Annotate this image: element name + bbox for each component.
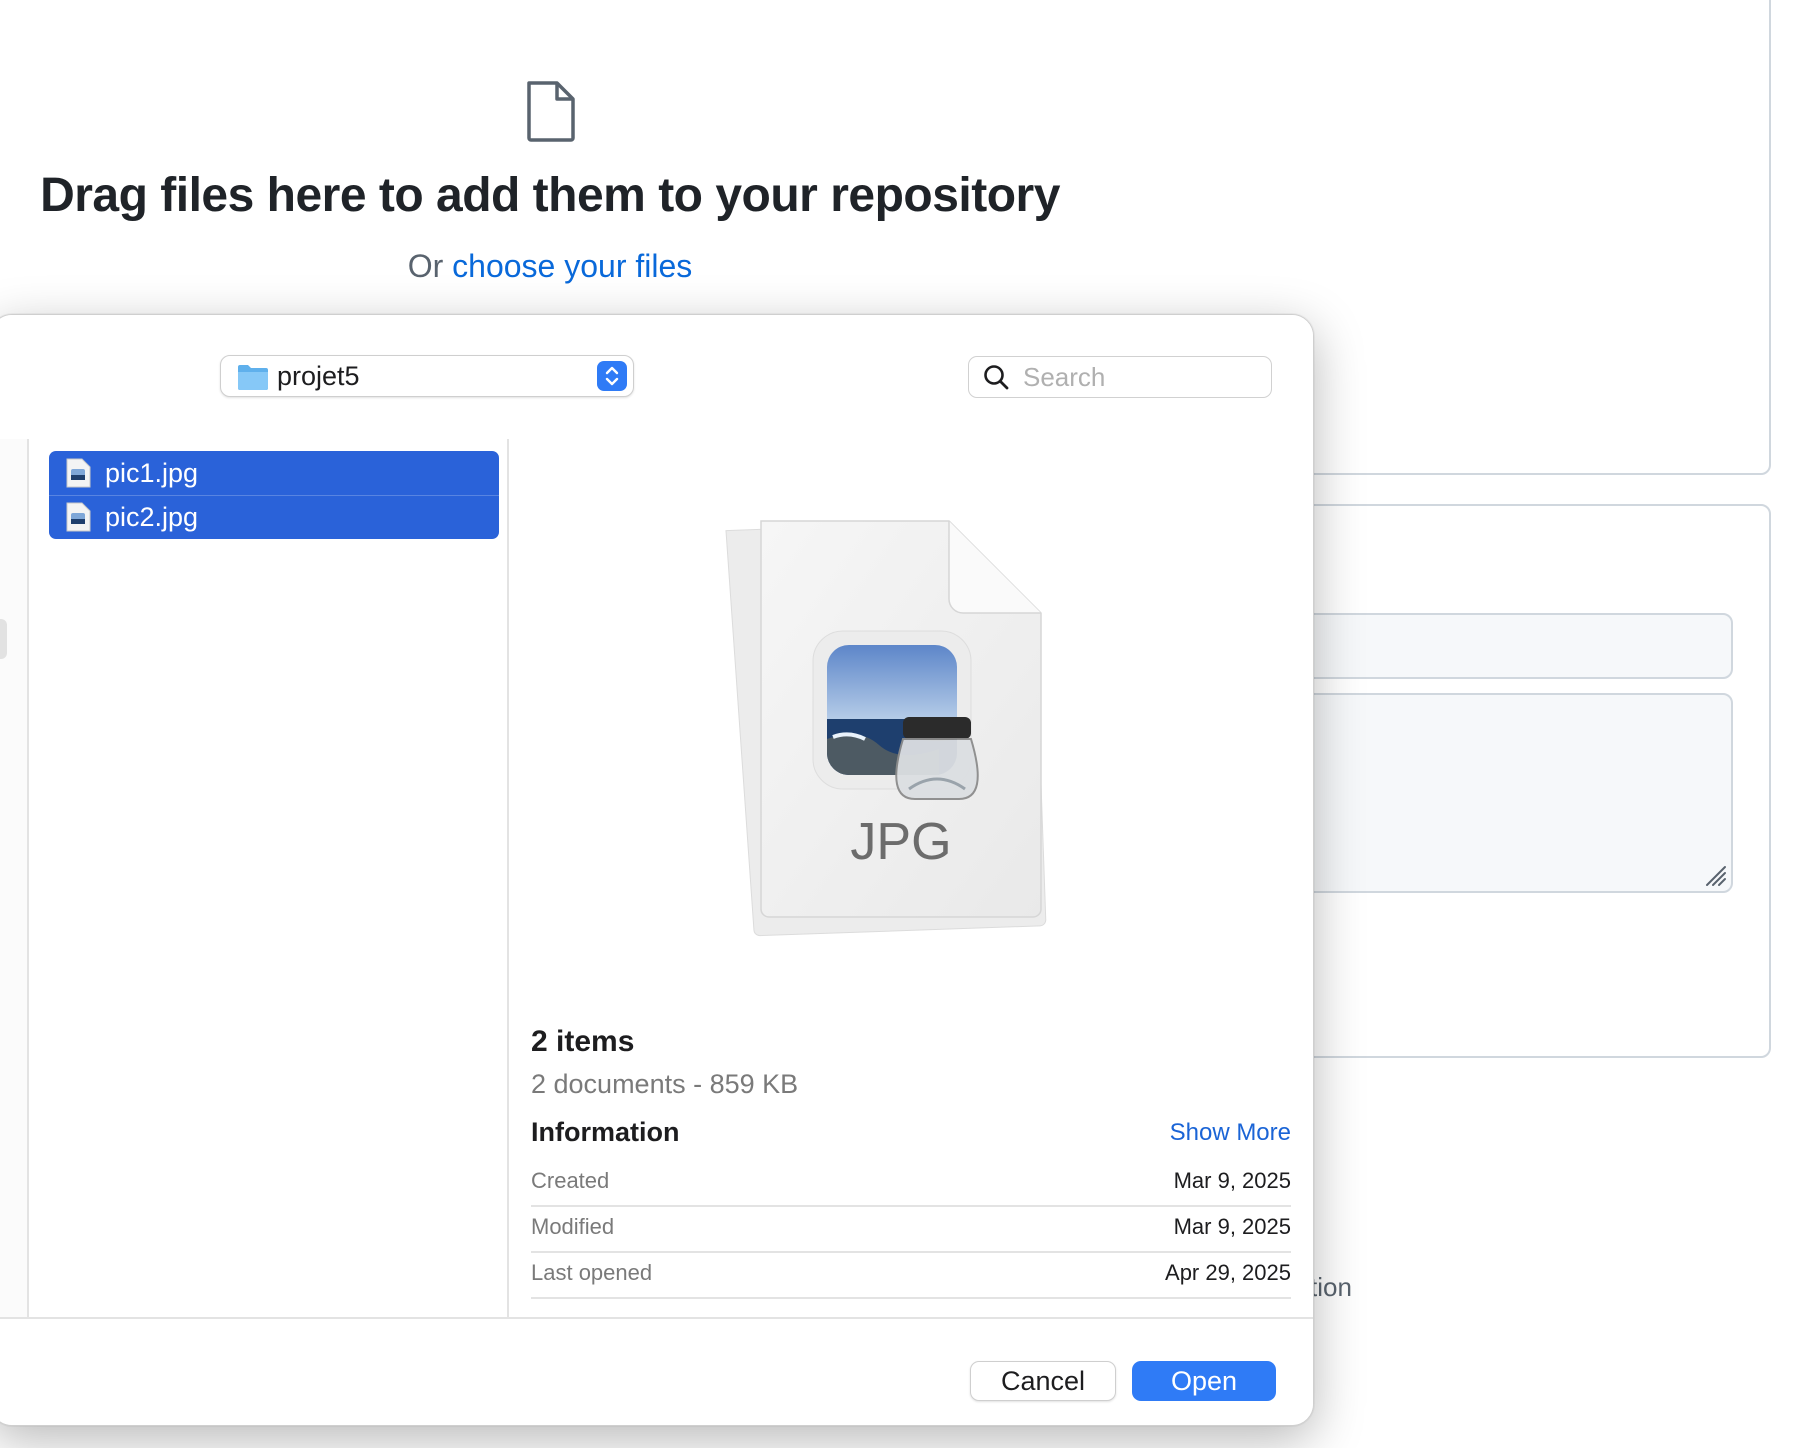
file-name: pic2.jpg [105, 501, 199, 532]
jpg-file-icon [66, 502, 91, 532]
search-field[interactable] [968, 356, 1272, 398]
dialog-footer: Cancel Open [0, 1317, 1313, 1425]
svg-text:JPG: JPG [850, 813, 951, 871]
info-key: Created [531, 1168, 610, 1193]
info-key: Last opened [531, 1260, 653, 1285]
info-key: Modified [531, 1214, 615, 1239]
file-name: pic1.jpg [105, 457, 199, 488]
choose-prefix: Or [407, 248, 444, 284]
dropzone-title: Drag files here to add them to your repo… [40, 169, 1060, 222]
file-icon [527, 81, 575, 142]
search-input[interactable] [1021, 360, 1265, 394]
sidebar-tab[interactable] [0, 619, 7, 659]
information-heading: Information [531, 1117, 680, 1147]
location-popup[interactable]: projet5 [220, 355, 634, 397]
location-label: projet5 [277, 361, 360, 391]
preview-pane: JPG 2 items 2 documents - 859 KB Informa… [509, 439, 1313, 1317]
info-row-last-opened: Last opened Apr 29, 2025 [531, 1251, 1291, 1299]
choose-files-link[interactable]: choose your files [452, 248, 692, 284]
show-more-link[interactable]: Show More [1170, 1119, 1291, 1147]
choose-files-line: Or choose your files [0, 248, 1100, 285]
resize-grip-icon[interactable] [1701, 861, 1727, 887]
file-list[interactable]: pic1.jpg pic2.jpg [29, 439, 509, 1317]
selection-title: 2 items [531, 1025, 635, 1058]
file-open-dialog: projet5 Search pic1.jpg pic2.jpg JPG 2 i… [0, 314, 1314, 1426]
sidebar-collapsed [0, 439, 29, 1317]
info-value: Mar 9, 2025 [1173, 1214, 1291, 1239]
selection-subtitle: 2 documents - 859 KB [531, 1069, 799, 1099]
search-icon [984, 365, 1009, 390]
info-row-modified: Modified Mar 9, 2025 [531, 1205, 1291, 1253]
dialog-toolbar: projet5 [0, 315, 1313, 441]
open-button[interactable]: Open [1132, 1361, 1276, 1401]
file-row-pic1[interactable]: pic1.jpg [49, 451, 499, 496]
selection-highlight: pic1.jpg pic2.jpg [49, 451, 499, 539]
cancel-button[interactable]: Cancel [970, 1361, 1116, 1401]
info-row-created: Created Mar 9, 2025 [531, 1159, 1291, 1207]
info-value: Mar 9, 2025 [1173, 1168, 1291, 1193]
info-value: Apr 29, 2025 [1165, 1260, 1291, 1285]
folder-icon [238, 365, 268, 390]
preview-app-icon: JPG [725, 520, 1047, 937]
file-row-pic2[interactable]: pic2.jpg [49, 495, 499, 539]
jpg-file-icon [66, 458, 91, 488]
partial-background-text: tion [1310, 1272, 1352, 1302]
stepper-icon[interactable] [597, 361, 627, 391]
